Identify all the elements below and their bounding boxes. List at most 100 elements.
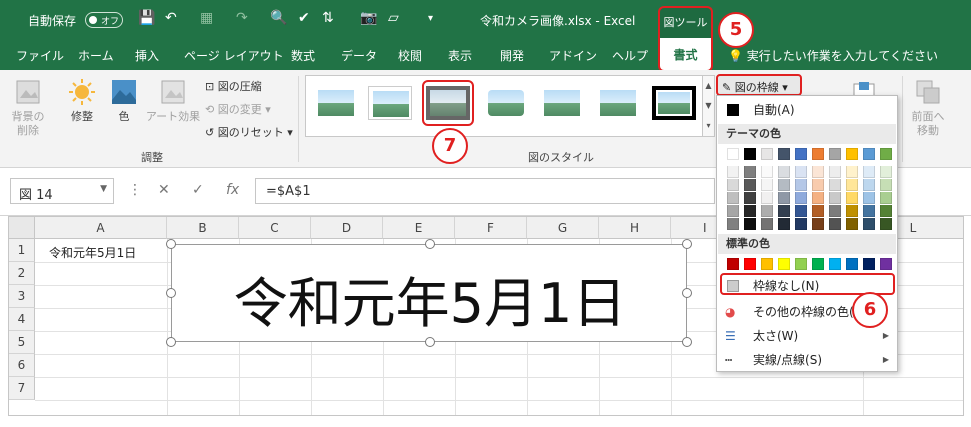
theme-color-swatch[interactable] [863, 218, 875, 230]
tab-formulas[interactable]: 数式 [291, 47, 315, 64]
theme-color-swatch[interactable] [795, 218, 807, 230]
tab-developer[interactable]: 開発 [500, 47, 524, 64]
row-header-6[interactable]: 6 [9, 354, 35, 377]
column-header-e[interactable]: E [383, 217, 455, 239]
theme-color-swatch[interactable] [812, 166, 824, 178]
tab-review[interactable]: 校閲 [398, 47, 422, 64]
menu-item-automatic[interactable]: 自動(A) [717, 98, 897, 122]
theme-color-swatch[interactable] [795, 148, 807, 160]
theme-color-swatch[interactable] [829, 218, 841, 230]
theme-color-swatch[interactable] [863, 148, 875, 160]
row-header-1[interactable]: 1 [9, 239, 35, 262]
theme-color-swatch[interactable] [761, 166, 773, 178]
insert-shape-icon[interactable]: ▱ [388, 10, 399, 26]
tab-page-layout[interactable]: ページ レイアウト [184, 47, 284, 64]
menu-item-dashes[interactable]: ┅ 実線/点線(S) ▶ [717, 348, 897, 372]
print-preview-icon[interactable]: 🔍 [270, 10, 287, 26]
theme-color-swatch[interactable] [778, 218, 790, 230]
theme-color-swatch[interactable] [778, 205, 790, 217]
column-header-g[interactable]: G [527, 217, 599, 239]
theme-color-swatch[interactable] [829, 192, 841, 204]
standard-color-swatch[interactable] [744, 258, 756, 270]
theme-color-swatch[interactable] [761, 179, 773, 191]
tab-format[interactable]: 書式 [658, 38, 713, 72]
standard-color-swatch[interactable] [795, 258, 807, 270]
theme-color-swatch[interactable] [880, 148, 892, 160]
theme-color-swatch[interactable] [744, 218, 756, 230]
resize-handle[interactable] [166, 239, 176, 249]
theme-color-swatch[interactable] [727, 192, 739, 204]
theme-color-swatch[interactable] [778, 192, 790, 204]
theme-color-swatch[interactable] [846, 218, 858, 230]
tab-view[interactable]: 表示 [448, 47, 472, 64]
standard-color-swatch[interactable] [761, 258, 773, 270]
insert-function-icon[interactable]: fx [226, 182, 239, 198]
standard-color-swatch[interactable] [812, 258, 824, 270]
standard-color-swatch[interactable] [778, 258, 790, 270]
artistic-effects-button[interactable]: アート効果 [145, 78, 201, 124]
row-header-7[interactable]: 7 [9, 377, 35, 400]
theme-color-swatch[interactable] [829, 205, 841, 217]
borders-icon[interactable]: ▦ [200, 10, 213, 26]
theme-color-swatch[interactable] [812, 148, 824, 160]
chevron-down-icon[interactable]: ▼ [100, 184, 107, 194]
tell-me-box[interactable]: 💡 実行したい作業を入力してください [728, 47, 938, 64]
picture-style-5[interactable] [540, 86, 584, 120]
theme-color-swatch[interactable] [880, 192, 892, 204]
tab-help[interactable]: ヘルプ [612, 47, 648, 64]
theme-color-swatch[interactable] [795, 192, 807, 204]
column-header-h[interactable]: H [599, 217, 671, 239]
remove-background-button[interactable]: 背景の 削除 [10, 78, 46, 138]
change-picture-button[interactable]: ⟲ 図の変更 ▾ [205, 101, 271, 117]
theme-color-swatch[interactable] [812, 192, 824, 204]
theme-color-swatch[interactable] [744, 148, 756, 160]
theme-color-swatch[interactable] [727, 166, 739, 178]
theme-color-swatch[interactable] [727, 179, 739, 191]
theme-color-swatch[interactable] [846, 192, 858, 204]
row-header-4[interactable]: 4 [9, 308, 35, 331]
standard-color-swatch[interactable] [863, 258, 875, 270]
row-header-5[interactable]: 5 [9, 331, 35, 354]
theme-color-swatch[interactable] [744, 205, 756, 217]
resize-handle[interactable] [425, 337, 435, 347]
sort-icon[interactable]: ⇅ [322, 10, 334, 26]
theme-color-swatch[interactable] [761, 205, 773, 217]
resize-handle[interactable] [425, 239, 435, 249]
camera-icon[interactable]: 📷 [360, 10, 377, 26]
column-header-a[interactable]: A [35, 217, 167, 239]
standard-color-swatch[interactable] [880, 258, 892, 270]
tab-file[interactable]: ファイル [16, 47, 64, 64]
picture-border-button[interactable]: ✎ 図の枠線 ▾ [716, 74, 802, 96]
resize-handle[interactable] [682, 288, 692, 298]
undo-icon[interactable]: ↶ [165, 10, 177, 26]
gallery-scroll[interactable]: ▲ ▼ ▾ [703, 75, 715, 137]
enter-icon[interactable]: ✓ [192, 182, 204, 198]
theme-color-swatch[interactable] [829, 166, 841, 178]
theme-color-swatch[interactable] [863, 166, 875, 178]
theme-color-swatch[interactable] [727, 218, 739, 230]
theme-color-swatch[interactable] [829, 148, 841, 160]
resize-handle[interactable] [166, 337, 176, 347]
redo-icon[interactable]: ↷ [236, 10, 248, 26]
standard-color-swatch[interactable] [846, 258, 858, 270]
picture-style-4[interactable] [484, 86, 528, 120]
picture-style-6[interactable] [596, 86, 640, 120]
tab-addins[interactable]: アドイン [549, 47, 597, 64]
theme-color-swatch[interactable] [778, 166, 790, 178]
theme-color-swatch[interactable] [880, 218, 892, 230]
theme-color-swatch[interactable] [846, 179, 858, 191]
row-header-2[interactable]: 2 [9, 262, 35, 285]
theme-color-swatch[interactable] [778, 148, 790, 160]
spellcheck-icon[interactable]: ✔ [298, 10, 310, 26]
theme-color-swatch[interactable] [744, 192, 756, 204]
standard-color-swatch[interactable] [727, 258, 739, 270]
theme-color-swatch[interactable] [863, 205, 875, 217]
tab-insert[interactable]: 挿入 [135, 47, 159, 64]
theme-color-swatch[interactable] [778, 179, 790, 191]
resize-handle[interactable] [682, 239, 692, 249]
select-all-corner[interactable] [9, 217, 35, 239]
theme-color-swatch[interactable] [761, 218, 773, 230]
theme-color-swatch[interactable] [880, 166, 892, 178]
tab-data[interactable]: データ [341, 47, 377, 64]
theme-color-swatch[interactable] [761, 148, 773, 160]
